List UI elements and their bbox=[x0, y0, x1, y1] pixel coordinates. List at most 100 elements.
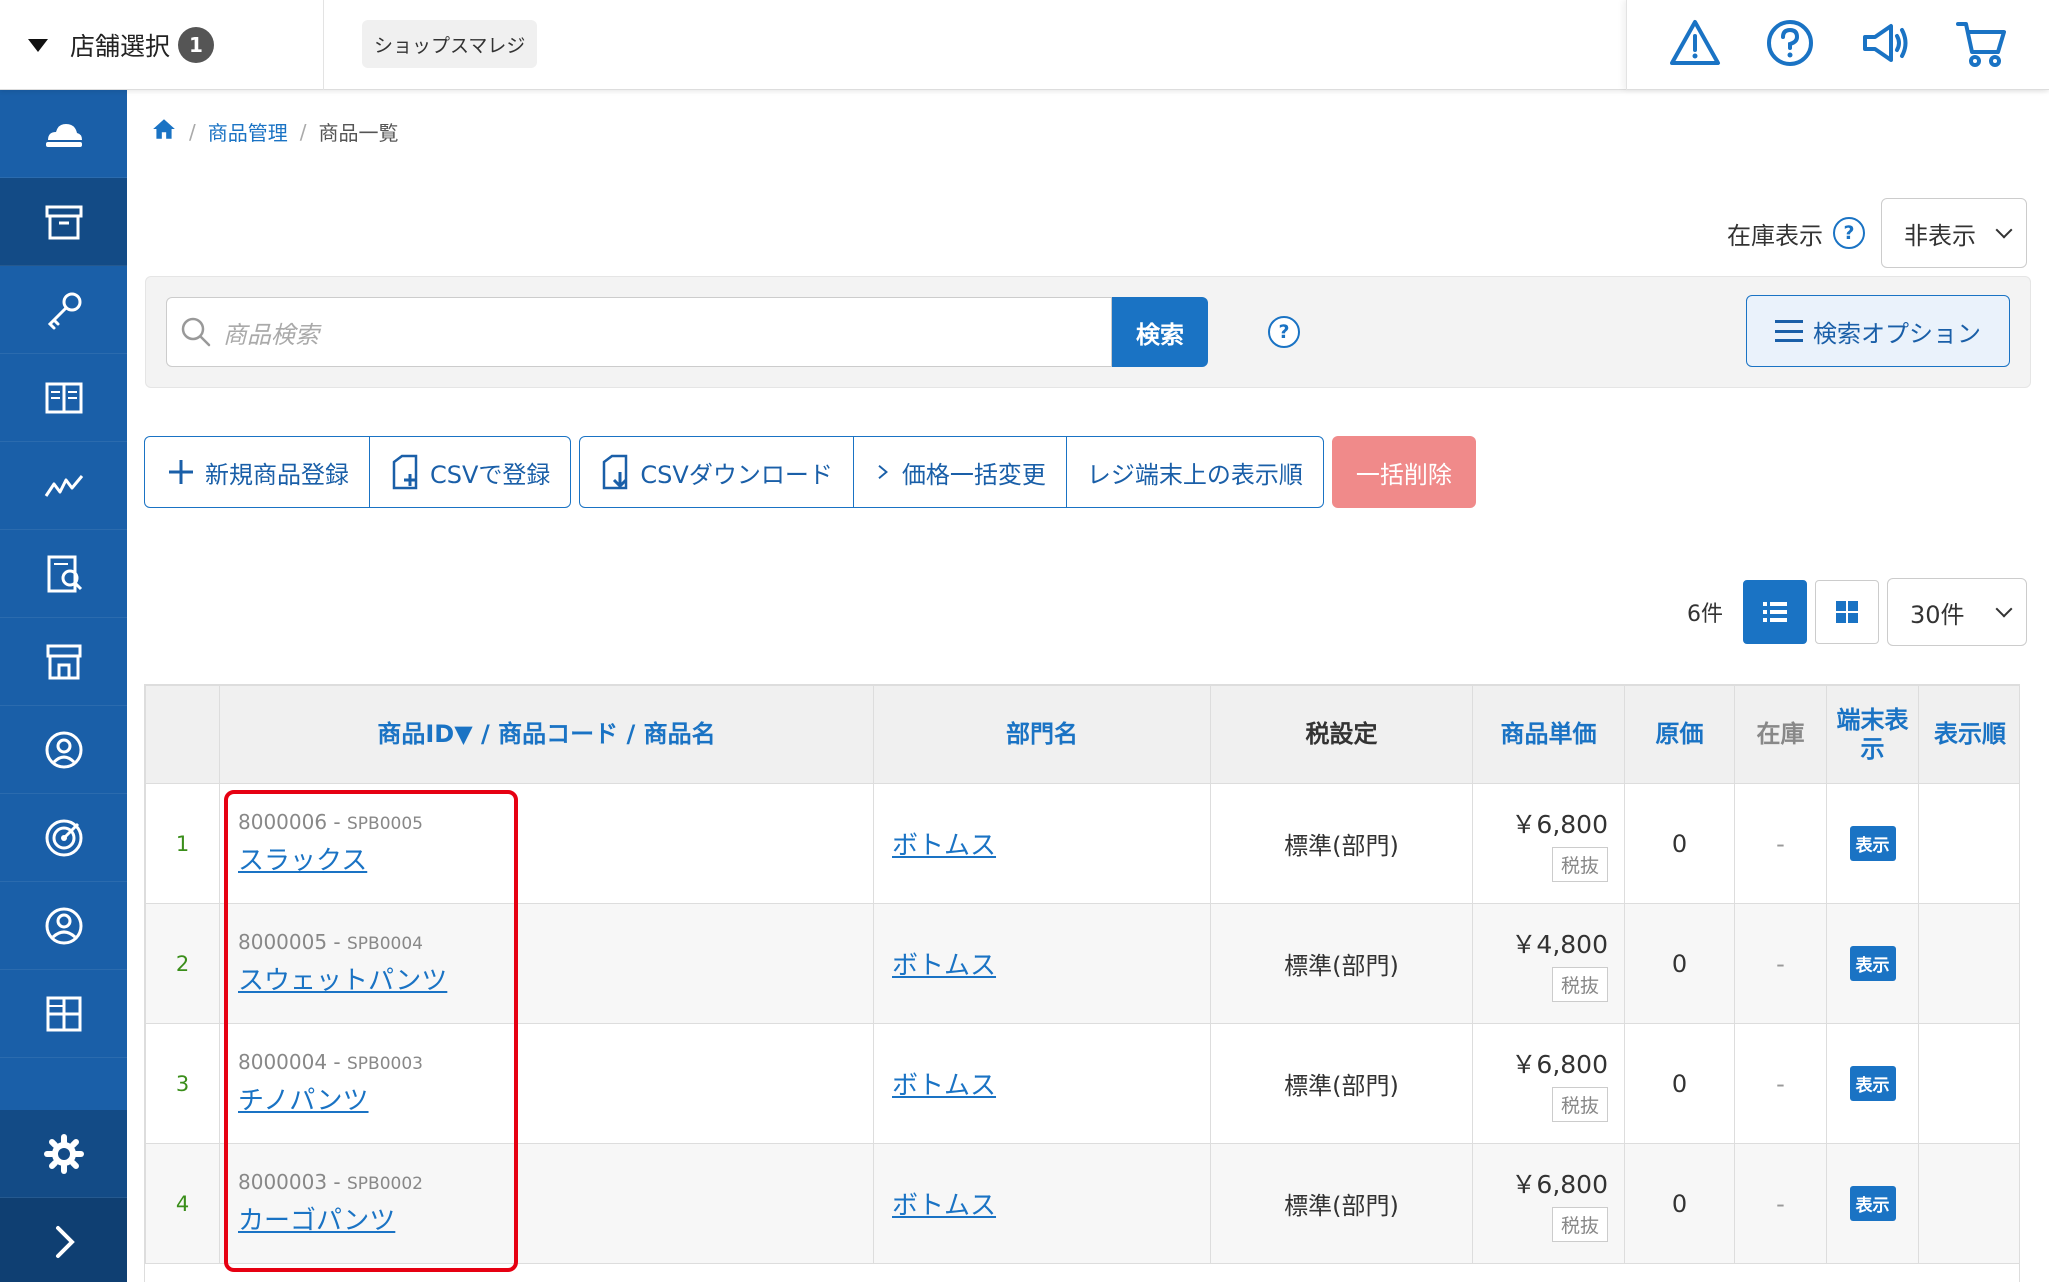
product-table: 商品ID▼ / 商品コード / 商品名 部門名 税設定 商品単価 原価 在庫 端… bbox=[144, 684, 2020, 1282]
home-icon[interactable] bbox=[151, 116, 177, 147]
price-value: ￥6,800 bbox=[1511, 1050, 1608, 1079]
department-cell: ボトムス bbox=[873, 903, 1211, 1024]
sort-terminal-display[interactable]: 端末表示 bbox=[1826, 685, 1919, 784]
sort-unit-price[interactable]: 商品単価 bbox=[1472, 685, 1625, 784]
product-cell: 8000004 - SPB0003 チノパンツ bbox=[219, 1023, 874, 1144]
search-help-icon[interactable]: ? bbox=[1268, 316, 1300, 348]
breadcrumb-link-product-management[interactable]: 商品管理 bbox=[208, 117, 288, 146]
sort-product-id[interactable]: 商品ID▼ bbox=[377, 720, 472, 748]
store-count-badge: 1 bbox=[178, 27, 215, 63]
top-icons bbox=[1626, 0, 2049, 90]
cost-cell: 0 bbox=[1624, 1143, 1735, 1264]
search-options-label: 検索オプション bbox=[1813, 319, 1981, 348]
terminal-display-cell: 表示 bbox=[1826, 783, 1919, 904]
csv-register-button[interactable]: CSVで登録 bbox=[370, 437, 570, 507]
store-select[interactable]: 店舗選択 1 bbox=[0, 0, 324, 90]
sidebar-item-key[interactable] bbox=[0, 266, 127, 354]
register-order-button[interactable]: レジ端末上の表示順 bbox=[1067, 437, 1323, 507]
chevron-down-icon bbox=[1995, 221, 2013, 239]
stock-cell: - bbox=[1734, 903, 1827, 1024]
price-cell: ￥4,800 税抜 bbox=[1472, 903, 1625, 1024]
display-order-cell bbox=[1918, 903, 2019, 1024]
grid-view-button[interactable] bbox=[1815, 580, 1879, 644]
sort-department[interactable]: 部門名 bbox=[873, 685, 1211, 784]
terminal-display-cell: 表示 bbox=[1826, 903, 1919, 1024]
sidebar-item-settings[interactable] bbox=[0, 1110, 127, 1198]
display-order-cell bbox=[1918, 1143, 2019, 1264]
gear-icon bbox=[43, 1133, 84, 1174]
department-link[interactable]: ボトムス bbox=[892, 1191, 996, 1221]
new-product-button[interactable]: 新規商品登録 bbox=[145, 437, 370, 507]
cost-cell: 0 bbox=[1624, 903, 1735, 1024]
product-name-link[interactable]: チノパンツ bbox=[238, 1086, 369, 1116]
chevron-down-icon bbox=[1995, 600, 2013, 618]
help-icon[interactable]: ? bbox=[1833, 217, 1865, 249]
search-input[interactable]: 商品検索 bbox=[166, 297, 1112, 367]
display-order-cell bbox=[1918, 1023, 2019, 1144]
cost-cell: 0 bbox=[1624, 1023, 1735, 1144]
sort-product-name[interactable]: 商品名 bbox=[644, 720, 716, 748]
department-cell: ボトムス bbox=[873, 1143, 1211, 1264]
megaphone-icon[interactable] bbox=[1859, 16, 1913, 74]
search-icon bbox=[181, 317, 211, 347]
sidebar-item-apps[interactable] bbox=[0, 970, 127, 1058]
bulk-delete-button[interactable]: 一括削除 bbox=[1331, 436, 1476, 508]
sidebar-item-target[interactable] bbox=[0, 794, 127, 882]
sidebar-item-sales[interactable] bbox=[0, 442, 127, 530]
department-link[interactable]: ボトムス bbox=[892, 951, 996, 981]
sidebar-item-products[interactable] bbox=[0, 178, 127, 266]
per-page-select[interactable]: 30件 bbox=[1887, 578, 2027, 646]
sidebar bbox=[0, 90, 127, 1282]
tools-button-group: CSVダウンロード 価格一括変更 レジ端末上の表示順 bbox=[579, 436, 1324, 508]
sidebar-item-staff[interactable] bbox=[0, 706, 127, 794]
list-controls: 6件 30件 bbox=[1687, 578, 2027, 646]
csv-register-label: CSVで登録 bbox=[430, 460, 551, 489]
department-link[interactable]: ボトムス bbox=[892, 1071, 996, 1101]
product-id-code: 8000005 - SPB0004 bbox=[238, 930, 423, 954]
help-icon[interactable] bbox=[1763, 16, 1817, 74]
list-icon bbox=[1763, 602, 1787, 622]
sidebar-item-store[interactable] bbox=[0, 618, 127, 706]
product-name-link[interactable]: スウェットパンツ bbox=[238, 966, 447, 996]
sort-cost[interactable]: 原価 bbox=[1624, 685, 1735, 784]
caret-down-icon bbox=[28, 38, 48, 52]
header-row-number bbox=[145, 685, 220, 784]
box-icon bbox=[45, 205, 82, 239]
register-button-group: 新規商品登録 CSVで登録 bbox=[144, 436, 572, 508]
chevron-right-icon bbox=[878, 465, 888, 479]
price-bulk-button[interactable]: 価格一括変更 bbox=[854, 437, 1067, 507]
search-placeholder: 商品検索 bbox=[223, 320, 319, 349]
product-id-code: 8000003 - SPB0002 bbox=[238, 1170, 423, 1194]
price-value: ￥6,800 bbox=[1511, 1170, 1608, 1199]
report-icon bbox=[47, 555, 82, 592]
search-button[interactable]: 検索 bbox=[1112, 297, 1208, 367]
cloud-logo-icon bbox=[45, 123, 82, 147]
department-cell: ボトムス bbox=[873, 1023, 1211, 1144]
sidebar-item-book[interactable] bbox=[0, 354, 127, 442]
sidebar-item-customer[interactable] bbox=[0, 882, 127, 970]
tax-cell: 標準(部門) bbox=[1210, 1023, 1473, 1144]
action-buttons: 新規商品登録 CSVで登録 CSVダウンロード 価格一括変更 レジ端末上の表示順… bbox=[144, 436, 1476, 508]
row-number: 3 bbox=[145, 1023, 220, 1144]
sort-product-code[interactable]: 商品コード bbox=[498, 720, 618, 748]
warning-icon[interactable] bbox=[1668, 16, 1722, 74]
sort-display-order[interactable]: 表示順 bbox=[1918, 685, 2019, 784]
sidebar-item-report[interactable] bbox=[0, 530, 127, 618]
file-add-icon bbox=[392, 454, 418, 490]
display-badge: 表示 bbox=[1849, 1186, 1896, 1221]
sidebar-expand-button[interactable] bbox=[0, 1198, 127, 1282]
department-link[interactable]: ボトムス bbox=[892, 831, 996, 861]
product-name-link[interactable]: カーゴパンツ bbox=[238, 1206, 395, 1236]
chart-icon bbox=[44, 474, 83, 497]
table-row: 1 8000006 - SPB0005 スラックス ボトムス 標準(部門) ￥6… bbox=[145, 783, 2019, 904]
tax-cell: 標準(部門) bbox=[1210, 1143, 1473, 1264]
stock-display-select[interactable]: 非表示 bbox=[1881, 198, 2027, 268]
stock-display-value: 非表示 bbox=[1904, 221, 1976, 250]
price-value: ￥6,800 bbox=[1511, 810, 1608, 839]
cart-icon[interactable] bbox=[1954, 16, 2008, 74]
csv-download-button[interactable]: CSVダウンロード bbox=[580, 437, 854, 507]
search-options-button[interactable]: 検索オプション bbox=[1746, 295, 2010, 367]
sidebar-logo[interactable] bbox=[0, 90, 127, 178]
product-name-link[interactable]: スラックス bbox=[238, 846, 367, 876]
list-view-button[interactable] bbox=[1743, 580, 1807, 644]
